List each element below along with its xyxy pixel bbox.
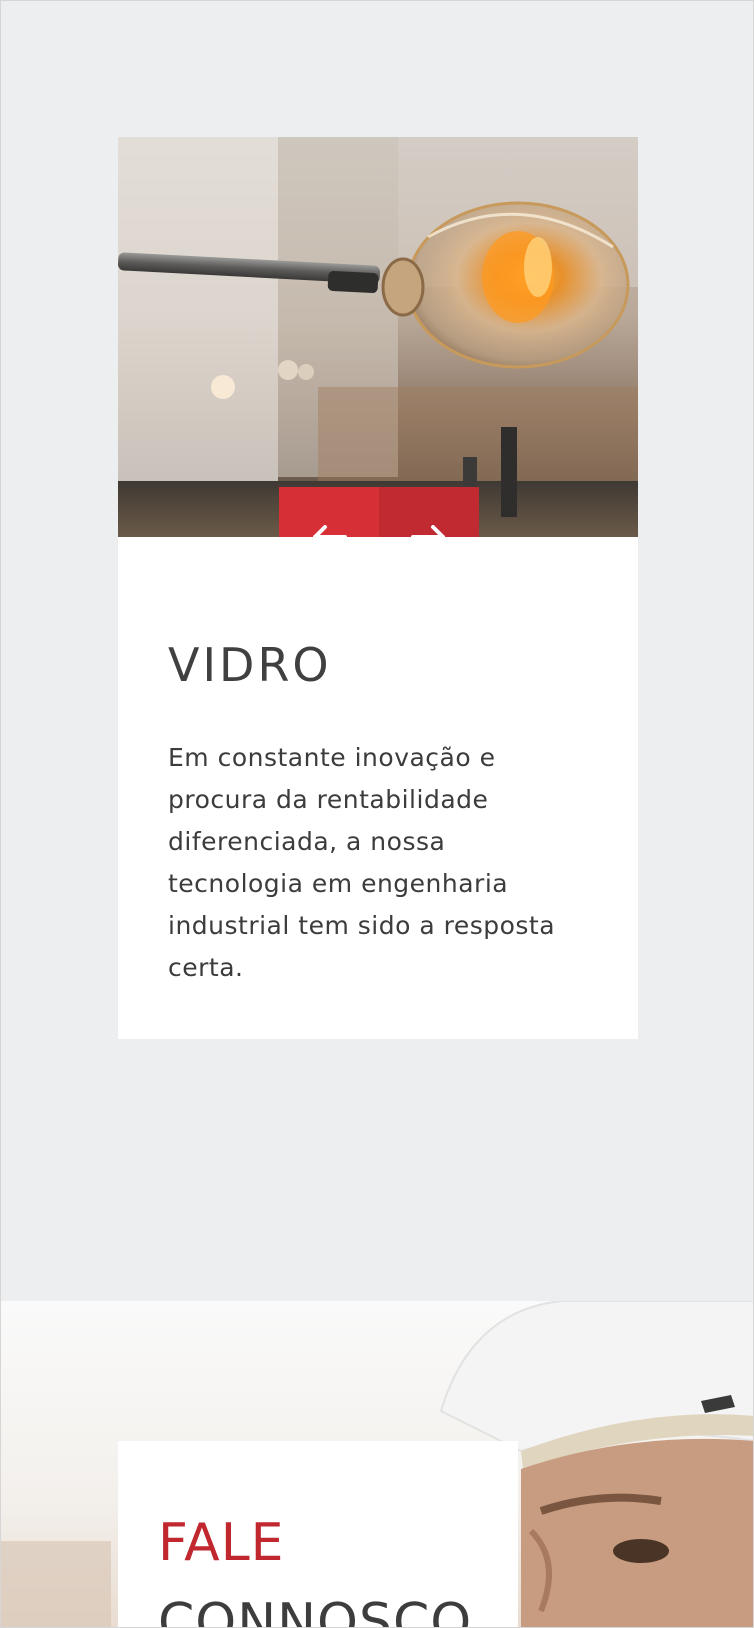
glass-blowing-photo	[118, 137, 638, 537]
contact-section: FALE CONNOSCO	[1, 1301, 753, 1628]
slider-next-button[interactable]	[379, 487, 479, 537]
page-frame: VIDRO Em constante inovação e procura da…	[0, 0, 754, 1628]
contact-title-line-2: CONNOSCO	[158, 1593, 473, 1628]
slider-prev-button[interactable]	[279, 487, 379, 537]
arrow-right-icon	[411, 525, 447, 537]
contact-title-line-1: FALE	[158, 1513, 285, 1573]
contact-title-box[interactable]: FALE CONNOSCO	[118, 1441, 518, 1628]
sector-slider-card: VIDRO Em constante inovação e procura da…	[118, 137, 638, 1039]
slide-title: VIDRO	[168, 638, 332, 692]
arrow-left-icon	[311, 525, 347, 537]
slide-description: Em constante inovação e procura da renta…	[168, 743, 556, 982]
